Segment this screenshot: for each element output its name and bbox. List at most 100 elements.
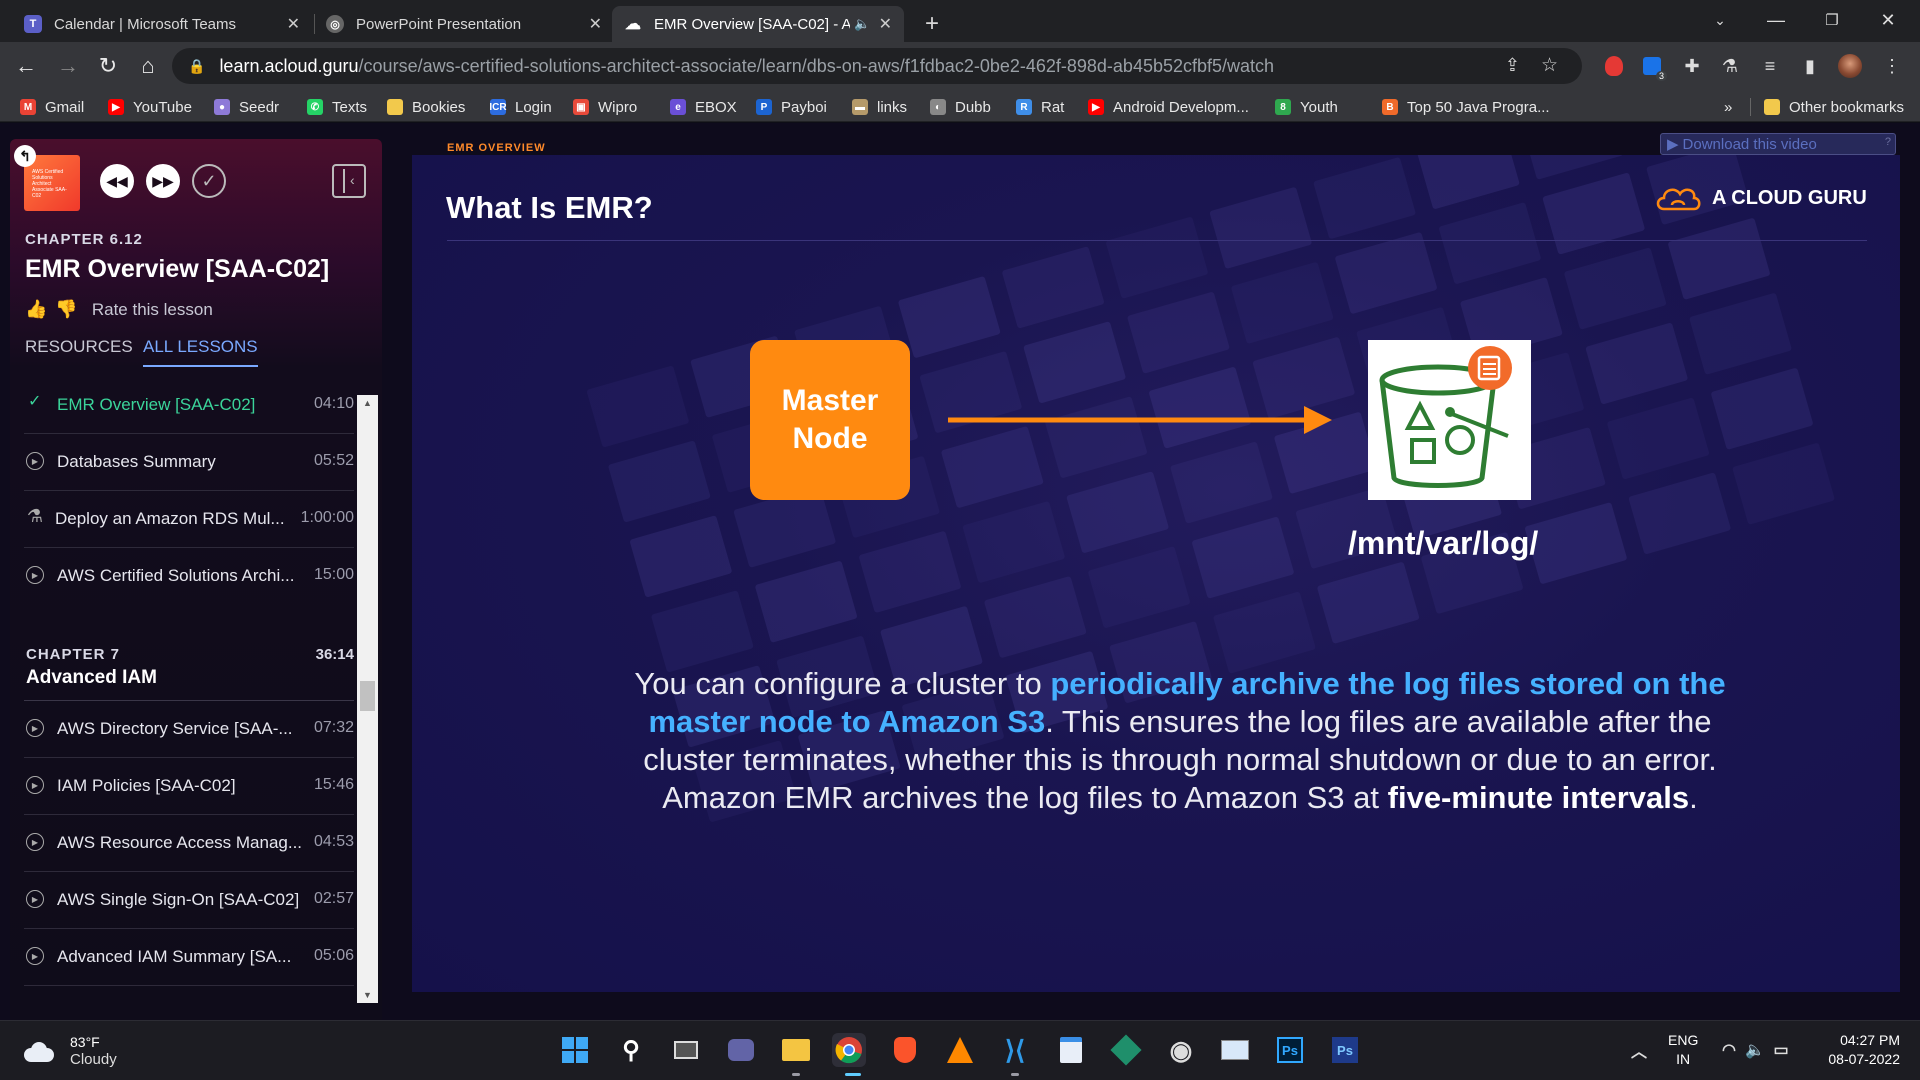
collapse-sidebar-icon[interactable]: ‹ xyxy=(332,164,366,198)
side-panel-icon[interactable]: ▮ xyxy=(1798,54,1822,78)
tray-overflow-icon[interactable]: ︿ xyxy=(1622,1033,1656,1067)
other-bookmarks-folder[interactable]: Other bookmarks xyxy=(1764,96,1904,118)
resource-monitor-icon[interactable] xyxy=(1218,1033,1252,1067)
home-icon[interactable]: ⌂ xyxy=(132,50,164,82)
obs-icon[interactable]: ◉ xyxy=(1164,1033,1198,1067)
bookmark-gmail[interactable]: M Gmail xyxy=(20,96,84,118)
dev-tool-icon[interactable] xyxy=(1109,1033,1143,1067)
search-icon[interactable]: ⚲ xyxy=(614,1033,648,1067)
vlc-icon[interactable] xyxy=(943,1033,977,1067)
bookmark-login[interactable]: ICR Login xyxy=(489,96,551,118)
bookmark-favicon-icon: 8 xyxy=(1275,99,1291,115)
chrome-icon[interactable] xyxy=(832,1033,866,1067)
bookmark-youtube[interactable]: ▶ YouTube xyxy=(108,96,192,118)
tab-resources[interactable]: RESOURCES xyxy=(25,337,133,365)
system-clock[interactable]: 04:27 PM 08-07-2022 xyxy=(1810,1031,1900,1069)
lesson-duration: 05:52 xyxy=(313,452,354,469)
play-circle-icon: ▶ xyxy=(26,566,44,584)
bookmark-star-icon[interactable]: ☆ xyxy=(1541,54,1558,77)
bookmark-favicon-icon xyxy=(387,99,403,115)
tab-emr-overview[interactable]: ☁ EMR Overview [SAA-C02] - A 🔈 ✕ xyxy=(612,6,904,42)
lesson-row[interactable]: ▶ AWS Single Sign-On [SAA-C02] 02:57 xyxy=(24,872,354,929)
lesson-row[interactable]: ▶ AWS Certified Solutions Archi... 15:00 xyxy=(24,548,354,605)
bookmark-links[interactable]: ▬ links xyxy=(852,96,907,118)
bookmark-texts[interactable]: ✆ Texts xyxy=(307,96,367,118)
back-arrow-icon[interactable]: ← xyxy=(10,50,42,82)
extension-shield-icon[interactable] xyxy=(1602,54,1626,78)
lesson-row[interactable]: ✓ EMR Overview [SAA-C02] 04:10 xyxy=(24,395,354,434)
new-tab-button[interactable]: + xyxy=(912,6,952,42)
photoshop-icon[interactable]: Ps xyxy=(1273,1033,1307,1067)
back-to-course-icon[interactable]: ↰ xyxy=(14,145,36,167)
share-icon[interactable]: ⇪ xyxy=(1505,55,1520,76)
puzzle-icon[interactable]: ✚ xyxy=(1680,54,1704,78)
bookmark-rat[interactable]: R Rat xyxy=(1016,96,1064,118)
scroll-down-arrow-icon[interactable]: ▼ xyxy=(357,987,378,1003)
battery-icon[interactable]: ▭ xyxy=(1764,1033,1798,1067)
lesson-row[interactable]: ▶ Advanced IAM Summary [SA... 05:06 xyxy=(24,929,354,986)
bookmark-bookies[interactable]: Bookies xyxy=(387,96,465,118)
thumbs-up-icon[interactable]: 👍 xyxy=(25,299,47,320)
download-video-button[interactable]: ▶ Download this video ? xyxy=(1660,133,1896,155)
task-view-icon[interactable] xyxy=(669,1033,703,1067)
rewind-icon[interactable]: ◀◀ xyxy=(100,164,134,198)
tab-teams-calendar[interactable]: T Calendar | Microsoft Teams ✕ xyxy=(12,6,312,42)
photoshop-alt-icon[interactable]: Ps xyxy=(1328,1033,1362,1067)
background-tile xyxy=(983,575,1087,659)
bookmark-top-50-java-progra[interactable]: B Top 50 Java Progra... xyxy=(1382,96,1550,118)
close-tab-icon[interactable]: ✕ xyxy=(879,14,892,34)
background-tile xyxy=(1316,561,1420,645)
language-indicator[interactable]: ENG IN xyxy=(1668,1031,1698,1069)
lesson-row[interactable]: ▶ IAM Policies [SAA-C02] 15:46 xyxy=(24,758,354,815)
lesson-row[interactable]: ▶ Databases Summary 05:52 xyxy=(24,434,354,491)
close-window-icon[interactable]: ✕ xyxy=(1860,0,1916,40)
lesson-list-scrollbar[interactable]: ▲ ▼ xyxy=(357,395,378,1003)
bookmark-label: Seedr xyxy=(239,98,280,116)
thumbs-down-icon[interactable]: 👎 xyxy=(55,299,77,320)
background-tile xyxy=(586,365,690,448)
weather-widget[interactable]: 83°F Cloudy xyxy=(22,1033,117,1069)
background-tile xyxy=(1688,292,1793,375)
play-circle-icon: ▶ xyxy=(26,890,44,908)
tab-powerpoint[interactable]: ◎ PowerPoint Presentation ✕ xyxy=(314,6,614,42)
profile-avatar[interactable] xyxy=(1838,54,1862,78)
extension-translate-icon[interactable]: 3 xyxy=(1640,54,1667,81)
media-queue-icon[interactable]: ≡ xyxy=(1758,54,1782,78)
lesson-duration: 07:32 xyxy=(313,719,354,736)
lesson-row[interactable]: ⚗ Deploy an Amazon RDS Mul... 1:00:00 xyxy=(24,491,354,548)
address-bar[interactable]: 🔒 learn.acloud.guru/course/aws-certified… xyxy=(172,48,1582,84)
tab-all-lessons[interactable]: ALL LESSONS xyxy=(143,337,258,367)
flask-icon[interactable]: ⚗ xyxy=(1718,54,1742,78)
bookmarks-overflow-icon[interactable]: » xyxy=(1724,96,1732,118)
close-tab-icon[interactable]: ✕ xyxy=(589,14,602,34)
bookmark-android-developm[interactable]: ▶ Android Developm... xyxy=(1088,96,1249,118)
mark-complete-icon[interactable]: ✓ xyxy=(192,164,226,198)
bookmark-payboi[interactable]: P Payboi xyxy=(756,96,827,118)
close-tab-icon[interactable]: ✕ xyxy=(287,14,300,34)
teams-chat-icon[interactable] xyxy=(724,1033,758,1067)
bookmark-seedr[interactable]: ● Seedr xyxy=(214,96,279,118)
restore-icon[interactable]: ❐ xyxy=(1804,0,1860,40)
speaker-icon[interactable]: 🔈 xyxy=(854,16,870,32)
brave-icon[interactable] xyxy=(888,1033,922,1067)
tab-search-chevron-icon[interactable]: ⌄ xyxy=(1692,0,1748,40)
scrollbar-thumb[interactable] xyxy=(360,681,375,711)
vscode-icon[interactable]: ⟩⟨ xyxy=(998,1033,1032,1067)
scroll-up-arrow-icon[interactable]: ▲ xyxy=(357,395,378,411)
video-player[interactable] xyxy=(412,155,1900,992)
windows-start-icon[interactable] xyxy=(558,1033,592,1067)
bookmark-dubb[interactable]: ◐ Dubb xyxy=(930,96,991,118)
file-explorer-icon[interactable] xyxy=(779,1033,813,1067)
lesson-row[interactable]: ▶ AWS Directory Service [SAA-... 07:32 xyxy=(24,701,354,758)
bookmark-youth[interactable]: 8 Youth xyxy=(1275,96,1338,118)
minimize-icon[interactable]: — xyxy=(1748,0,1804,40)
kebab-menu-icon[interactable]: ⋮ xyxy=(1880,54,1904,78)
forward-arrow-icon[interactable]: → xyxy=(52,50,84,82)
bookmark-wipro[interactable]: ▣ Wipro xyxy=(573,96,637,118)
fast-forward-icon[interactable]: ▶▶ xyxy=(146,164,180,198)
reload-icon[interactable]: ↻ xyxy=(92,50,124,82)
lesson-row[interactable]: ▶ AWS Resource Access Manag... 04:53 xyxy=(24,815,354,872)
notepad-icon[interactable] xyxy=(1054,1033,1088,1067)
help-icon[interactable]: ? xyxy=(1885,136,1891,148)
bookmark-ebox[interactable]: e EBOX xyxy=(670,96,737,118)
